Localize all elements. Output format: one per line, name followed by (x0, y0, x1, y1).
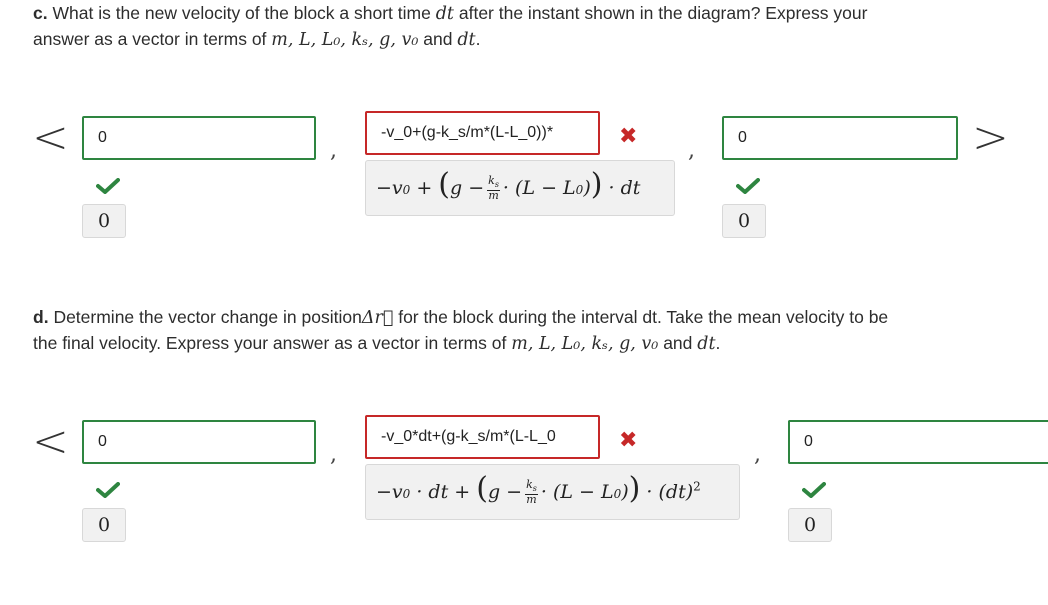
answer-c-y-input[interactable]: -v_0+(g-k_s/m*(L-L_0))* (365, 111, 600, 155)
answer-c-x-preview: 0 (82, 204, 126, 238)
answer-c-y-preview: −v0 + (g − ks m · (L − L0)) · dt (365, 160, 675, 216)
question-c-label: c. (33, 3, 48, 23)
question-c-text: c. What is the new velocity of the block… (33, 3, 868, 50)
question-d-text: d. Determine the vector change in positi… (33, 307, 889, 354)
answer-d-y-input[interactable]: -v_0*dt+(g-k_s/m*(L-L_0 (365, 415, 600, 459)
check-icon (802, 482, 826, 498)
vector-left-bracket: < (32, 416, 69, 467)
answer-d-z-preview: 0 (788, 508, 832, 542)
check-icon (96, 178, 120, 194)
answer-c-z-input[interactable]: 0 (722, 116, 958, 160)
incorrect-icon: ✖ (619, 428, 638, 453)
vector-right-bracket: > (972, 112, 1009, 163)
answer-c-x-input[interactable]: 0 (82, 116, 316, 160)
check-icon (96, 482, 120, 498)
variables-list: m, L, L₀, kₛ, g, v₀ (271, 30, 419, 50)
answer-d-x-preview: 0 (82, 508, 126, 542)
separator-comma: , (330, 442, 337, 467)
answer-d-y-preview: −v0 · dt + (g − ks m · (L − L0)) · (dt)2 (365, 464, 740, 520)
separator-comma: , (688, 138, 695, 163)
incorrect-icon: ✖ (619, 124, 638, 149)
separator-comma: , (754, 442, 761, 467)
separator-comma: , (330, 138, 337, 163)
variables-list: m, L, L₀, kₛ, g, v₀ (511, 334, 659, 354)
delta-r-symbol: Δr⃗ (361, 308, 394, 328)
answer-d-x-input[interactable]: 0 (82, 420, 316, 464)
check-icon (736, 178, 760, 194)
question-d-label: d. (33, 307, 49, 327)
answer-d-z-input[interactable]: 0 (788, 420, 1048, 464)
vector-left-bracket: < (32, 112, 69, 163)
answer-c-z-preview: 0 (722, 204, 766, 238)
